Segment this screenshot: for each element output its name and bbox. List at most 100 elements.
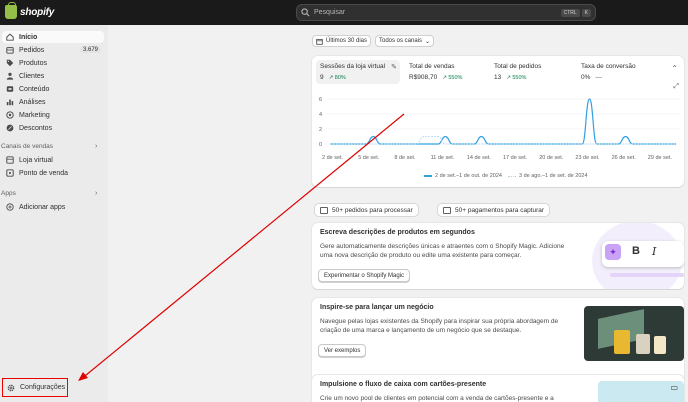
legend-current: 2 de set.–1 de out. de 2024 (424, 173, 502, 179)
sidebar-item-label: Início (19, 33, 38, 41)
add-apps-button[interactable]: Adicionar apps (2, 201, 104, 213)
metric-conversion-rate[interactable]: Taxa de conversão 0% — (577, 60, 661, 84)
x-tick-label: 23 de set. (575, 155, 600, 161)
sidebar-item-label: Produtos (19, 59, 48, 67)
metric-value: 9 (320, 74, 324, 81)
italic-icon: I (652, 245, 657, 258)
channels-filter-button[interactable]: Todos os canais ⌄ (375, 35, 435, 47)
sidebar-item-loja-virtual[interactable]: Loja virtual (2, 154, 104, 166)
tag-icon (6, 59, 14, 67)
legend-line-swatch (508, 175, 516, 177)
legend-previous: 3 de ago.–1 de set. de 2024 (508, 173, 588, 179)
card-description: Gere automaticamente descrições únicas e… (320, 243, 565, 259)
try-shopify-magic-button[interactable]: Experimentar o Shopify Magic (318, 269, 411, 282)
metric-title: Total de pedidos (494, 63, 542, 70)
sidebar-item-configuracoes[interactable]: Configurações (2, 378, 68, 397)
y-tick-label: 0 (319, 142, 323, 148)
search-bar[interactable]: Pesquisar CTRL K (296, 4, 596, 21)
shopify-bag-icon (5, 2, 17, 19)
sparkle-icon: ✦ (605, 244, 621, 260)
trend-value: 80% (334, 74, 346, 81)
metric-title: Taxa de conversão (581, 63, 636, 70)
person-icon (6, 72, 14, 80)
metric-total-orders[interactable]: Total de pedidos 13 ↗ 550% (490, 60, 574, 84)
trend-up-badge: ↗ 550% (506, 74, 527, 81)
pencil-icon[interactable]: ✎ (391, 63, 397, 71)
metric-title: Total de vendas (409, 63, 455, 70)
payments-to-capture-button[interactable]: 50+ pagamentos para capturar (437, 203, 551, 217)
sidebar-item-marketing[interactable]: Marketing (2, 109, 104, 121)
search-icon (301, 8, 310, 17)
x-tick-label: 20 de set. (539, 155, 564, 161)
shortcut-key-k: K (581, 8, 591, 17)
metric-title: Sessões da loja virtual (320, 63, 386, 70)
metric-sessions[interactable]: Sessões da loja virtual 9 ↗ 80% ✎ (316, 60, 400, 84)
trend-value: 550% (512, 74, 527, 81)
store-examples-illustration (584, 306, 684, 361)
analytics-card: Sessões da loja virtual 9 ↗ 80% ✎ Total d… (312, 56, 684, 187)
plus-circle-icon (6, 203, 14, 211)
trend-up-badge: ↗ 550% (442, 74, 463, 81)
trend-value: 550% (448, 74, 463, 81)
bold-icon: B (632, 245, 640, 257)
sessions-line-chart (326, 98, 680, 145)
x-tick-label: 29 de set. (647, 155, 672, 161)
series-line-current (329, 98, 676, 145)
sidebar-item-label: Descontos (19, 124, 53, 132)
gift-icon: ▭ (670, 383, 678, 392)
sidebar: Início Pedidos 3.679 Produtos Clientes C… (0, 25, 108, 402)
metric-value: R$908,70 (409, 74, 438, 81)
discount-icon (6, 124, 14, 132)
apps-heading[interactable]: Apps (1, 190, 16, 197)
sidebar-item-label: Pedidos (19, 46, 45, 54)
card-title: Impulsione o fluxo de caixa com cartões-… (320, 381, 487, 388)
product-jar-illustration (654, 336, 666, 354)
top-bar: shopify Pesquisar CTRL K (0, 0, 688, 25)
view-examples-button[interactable]: Ver exemplos (318, 344, 367, 357)
sidebar-item-inicio[interactable]: Início (2, 31, 104, 43)
search-placeholder: Pesquisar (314, 9, 346, 16)
add-apps-label: Adicionar apps (19, 203, 66, 211)
sales-channels-heading[interactable]: Canais de vendas (1, 143, 53, 150)
sidebar-item-label: Ponto de venda (19, 169, 69, 177)
pill-label: 50+ pedidos para processar (332, 206, 413, 214)
chevron-right-icon[interactable]: › (95, 143, 97, 150)
shortcut-key-ctrl: CTRL (560, 8, 580, 17)
text-line-illustration (610, 273, 684, 277)
trend-up-badge: ↗ 80% (328, 74, 346, 81)
product-box-illustration (636, 334, 650, 354)
legend-label: 2 de set.–1 de out. de 2024 (435, 173, 502, 179)
settings-label: Configurações (20, 384, 66, 391)
logo-text: shopify (20, 6, 55, 18)
chevron-up-icon[interactable]: ⌃ (671, 64, 678, 73)
orders-to-process-button[interactable]: 50+ pedidos para processar (314, 203, 419, 217)
y-tick-label: 2 (319, 127, 323, 133)
date-range-label: Últimos 30 dias (326, 38, 368, 44)
channels-filter-label: Todos os canais (379, 38, 423, 44)
chevron-right-icon[interactable]: › (95, 190, 97, 197)
sidebar-item-clientes[interactable]: Clientes (2, 70, 104, 82)
sidebar-item-label: Marketing (19, 111, 50, 119)
magic-illustration: ✦ B I (588, 223, 684, 289)
card-description: Navegue pelas lojas existentes da Shopif… (320, 318, 559, 334)
home-icon (6, 33, 14, 41)
chevron-down-icon: ⌄ (425, 38, 431, 45)
y-tick-label: 4 (319, 112, 323, 118)
metric-value: 0% (581, 74, 591, 81)
x-tick-label: 26 de set. (611, 155, 636, 161)
sidebar-item-ponto-de-venda[interactable]: Ponto de venda (2, 167, 104, 179)
sidebar-item-conteudo[interactable]: Conteúdo (2, 83, 104, 95)
sidebar-item-produtos[interactable]: Produtos (2, 57, 104, 69)
x-tick-label: 17 de set. (503, 155, 528, 161)
sidebar-item-pedidos[interactable]: Pedidos 3.679 (2, 44, 104, 56)
metric-total-sales[interactable]: Total de vendas R$908,70 ↗ 550% (405, 60, 489, 84)
chart-toggle-icon[interactable]: ⤢ (673, 83, 679, 91)
shopify-logo[interactable]: shopify (5, 2, 55, 19)
sidebar-item-descontos[interactable]: Descontos (2, 122, 104, 134)
card-title: Escreva descrições de produtos em segund… (320, 229, 475, 236)
date-range-button[interactable]: Últimos 30 dias (312, 35, 372, 47)
card-title: Inspire-se para lançar um negócio (320, 304, 434, 311)
payment-icon (443, 206, 451, 214)
card-description: Crie um novo pool de clientes em potenci… (320, 395, 554, 402)
sidebar-item-analises[interactable]: Análises (2, 96, 104, 108)
